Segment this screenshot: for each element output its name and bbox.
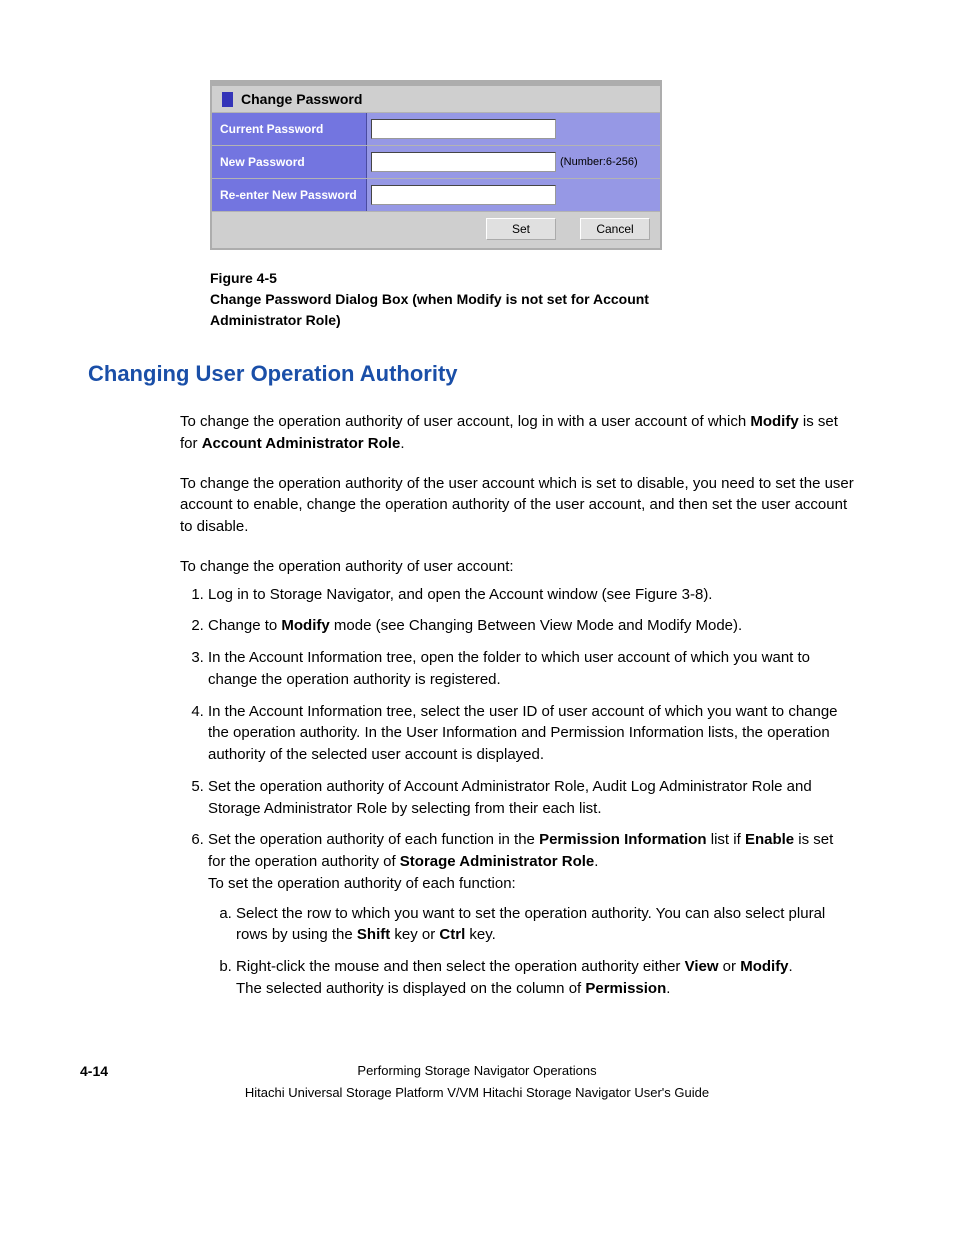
new-password-input[interactable] bbox=[371, 152, 556, 172]
substep-a: Select the row to which you want to set … bbox=[236, 903, 854, 947]
steps-list: Log in to Storage Navigator, and open th… bbox=[180, 584, 874, 1000]
figure-number: Figure 4-5 bbox=[210, 268, 342, 289]
step-2: Change to Modify mode (see Changing Betw… bbox=[208, 615, 874, 637]
step-3: In the Account Information tree, open th… bbox=[208, 647, 874, 691]
new-password-hint: (Number:6-256) bbox=[560, 156, 638, 168]
title-bullet-icon bbox=[222, 92, 233, 107]
current-password-row: Current Password bbox=[212, 113, 660, 146]
step-1: Log in to Storage Navigator, and open th… bbox=[208, 584, 874, 606]
dialog-button-row: Set Cancel bbox=[212, 212, 660, 248]
set-button[interactable]: Set bbox=[486, 218, 556, 240]
substep-b: Right-click the mouse and then select th… bbox=[236, 956, 854, 1000]
reenter-password-label: Re-enter New Password bbox=[212, 179, 367, 211]
change-password-dialog-image: Change Password Current Password New Pas… bbox=[210, 80, 874, 250]
page-footer: 4-14 Performing Storage Navigator Operat… bbox=[80, 1060, 874, 1104]
new-password-row: New Password (Number:6-256) bbox=[212, 146, 660, 179]
step-6: Set the operation authority of each func… bbox=[208, 829, 874, 999]
section-heading: Changing User Operation Authority bbox=[88, 361, 874, 387]
cancel-button[interactable]: Cancel bbox=[580, 218, 650, 240]
figure-text: Change Password Dialog Box (when Modify … bbox=[210, 289, 710, 331]
figure-caption: Figure 4-5Change Password Dialog Box (wh… bbox=[210, 268, 834, 331]
reenter-password-row: Re-enter New Password bbox=[212, 179, 660, 212]
current-password-label: Current Password bbox=[212, 113, 367, 145]
page-number: 4-14 bbox=[80, 1060, 108, 1084]
current-password-input[interactable] bbox=[371, 119, 556, 139]
dialog-title: Change Password bbox=[241, 91, 362, 107]
footer-line-2: Hitachi Universal Storage Platform V/VM … bbox=[245, 1085, 709, 1100]
substeps-list: Select the row to which you want to set … bbox=[208, 903, 854, 1000]
new-password-label: New Password bbox=[212, 146, 367, 178]
dialog-title-bar: Change Password bbox=[212, 86, 660, 113]
footer-line-1: Performing Storage Navigator Operations bbox=[357, 1063, 596, 1078]
reenter-password-input[interactable] bbox=[371, 185, 556, 205]
step-4: In the Account Information tree, select … bbox=[208, 701, 874, 766]
paragraph-3: To change the operation authority of use… bbox=[180, 556, 854, 578]
step-5: Set the operation authority of Account A… bbox=[208, 776, 874, 820]
paragraph-1: To change the operation authority of use… bbox=[180, 411, 854, 455]
paragraph-2: To change the operation authority of the… bbox=[180, 473, 854, 538]
